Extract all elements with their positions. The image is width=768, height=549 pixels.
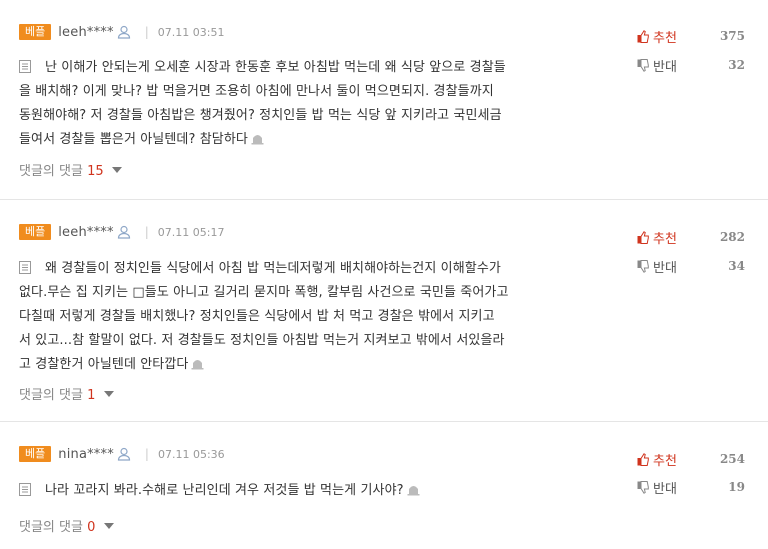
- best-badge: 베플: [19, 224, 52, 240]
- divider: [0, 421, 768, 422]
- comment-line: 왜 경찰들이 정치인들 식당에서 아침 밥 먹는데저렇게 배치해야하는건지 이해…: [45, 261, 501, 276]
- comment-line: 없다.무슨 집 지키는 □들도 아니고 길거리 묻지마 폭행, 칼부림 사건으로…: [19, 285, 509, 300]
- divider: [0, 199, 768, 200]
- upvote-count: 375: [719, 29, 745, 43]
- comment-body: 나라 꼬라지 봐라.수해로 난리인데 겨우 저것들 밥 먹는게 기사야?: [19, 479, 619, 503]
- upvote-count: 254: [719, 452, 745, 466]
- upvote-button[interactable]: 추천 375: [637, 28, 745, 46]
- divider: |: [144, 447, 149, 461]
- downvote-label: 반대: [653, 260, 677, 276]
- downvote-count: 19: [728, 480, 745, 494]
- comment-line: 을 배치해? 이게 맞나? 밥 먹을거면 조용히 아침에 만나서 둘이 먹으면되…: [19, 84, 494, 99]
- report-icon[interactable]: [251, 132, 264, 145]
- chevron-down-icon: [103, 523, 114, 529]
- username[interactable]: nina****: [58, 447, 114, 462]
- downvote-label: 반대: [653, 59, 677, 75]
- thumbs-up-icon: [637, 230, 649, 244]
- comment-date: 07.11 05:36: [157, 447, 225, 461]
- document-icon: [19, 60, 31, 73]
- chevron-down-icon: [111, 167, 122, 173]
- chevron-down-icon: [103, 391, 114, 397]
- comment-body: 왜 경찰들이 정치인들 식당에서 아침 밥 먹는데저렇게 배치해야하는건지 이해…: [19, 257, 619, 377]
- replies-toggle[interactable]: 댓글의 댓글 0: [19, 516, 114, 535]
- thumbs-up-icon: [637, 29, 649, 43]
- downvote-button[interactable]: 반대 19: [637, 479, 745, 497]
- comment-line: 난 이해가 안되는게 오세훈 시장과 한동훈 후보 아침밥 먹는데 왜 식당 앞…: [45, 60, 506, 75]
- upvote-button[interactable]: 추천 254: [637, 451, 745, 469]
- comment-body: 난 이해가 안되는게 오세훈 시장과 한동훈 후보 아침밥 먹는데 왜 식당 앞…: [19, 56, 619, 152]
- thumbs-down-icon: [637, 58, 649, 72]
- replies-toggle[interactable]: 댓글의 댓글 1: [19, 384, 114, 403]
- replies-count: 1: [87, 388, 96, 403]
- replies-count: 0: [87, 520, 96, 535]
- username[interactable]: leeh****: [58, 25, 113, 40]
- comment-meta: 베플 nina**** | 07.11 05:36: [19, 446, 225, 462]
- best-badge: 베플: [19, 24, 52, 40]
- upvote-label: 추천: [653, 30, 677, 46]
- thumbs-down-icon: [637, 259, 649, 273]
- comment-meta: 베플 leeh**** | 07.11 05:17: [19, 224, 224, 240]
- comment-line: 들여서 경찰들 뽑은거 아닐텐데? 참담하다: [19, 132, 248, 147]
- comment-line: 고 경찰한거 아닐텐데 안타깝다: [19, 357, 189, 372]
- upvote-button[interactable]: 추천 282: [637, 229, 745, 247]
- comment-line: 동원해야해? 저 경찰들 아침밥은 챙겨줬어? 정치인들 밥 먹는 식당 앞 지…: [19, 108, 502, 123]
- downvote-count: 32: [728, 58, 745, 72]
- replies-label: 댓글의 댓글: [19, 388, 83, 403]
- upvote-count: 282: [719, 230, 745, 244]
- report-icon[interactable]: [191, 357, 204, 370]
- downvote-button[interactable]: 반대 32: [637, 57, 745, 75]
- upvote-label: 추천: [653, 453, 677, 469]
- comment-date: 07.11 03:51: [157, 25, 225, 39]
- replies-label: 댓글의 댓글: [19, 164, 83, 179]
- username[interactable]: leeh****: [58, 225, 113, 240]
- best-badge: 베플: [19, 446, 52, 462]
- comment-date: 07.11 05:17: [157, 225, 225, 239]
- user-icon: [117, 225, 130, 239]
- thumbs-down-icon: [637, 480, 649, 494]
- replies-count: 15: [87, 164, 104, 179]
- replies-toggle[interactable]: 댓글의 댓글 15: [19, 160, 122, 179]
- document-icon: [19, 483, 31, 496]
- downvote-label: 반대: [653, 481, 677, 497]
- comment-line: 서 있고...참 할말이 없다. 저 경찰들도 정치인들 아침밥 먹는거 지켜보…: [19, 333, 505, 348]
- divider: |: [144, 25, 149, 39]
- comment-line: 나라 꼬라지 봐라.수해로 난리인데 겨우 저것들 밥 먹는게 기사야?: [45, 483, 404, 498]
- comment-line: 다칠때 저렇게 경찰들 배치했나? 정치인들은 식당에서 밥 처 먹고 경찰은 …: [19, 309, 495, 324]
- downvote-count: 34: [728, 259, 745, 273]
- user-icon: [117, 447, 131, 461]
- comment-meta: 베플 leeh**** | 07.11 03:51: [19, 24, 224, 40]
- document-icon: [19, 261, 31, 274]
- downvote-button[interactable]: 반대 34: [637, 258, 745, 276]
- replies-label: 댓글의 댓글: [19, 520, 83, 535]
- report-icon[interactable]: [407, 483, 420, 496]
- user-icon: [117, 25, 130, 39]
- upvote-label: 추천: [653, 231, 677, 247]
- thumbs-up-icon: [637, 452, 649, 466]
- divider: |: [144, 225, 149, 239]
